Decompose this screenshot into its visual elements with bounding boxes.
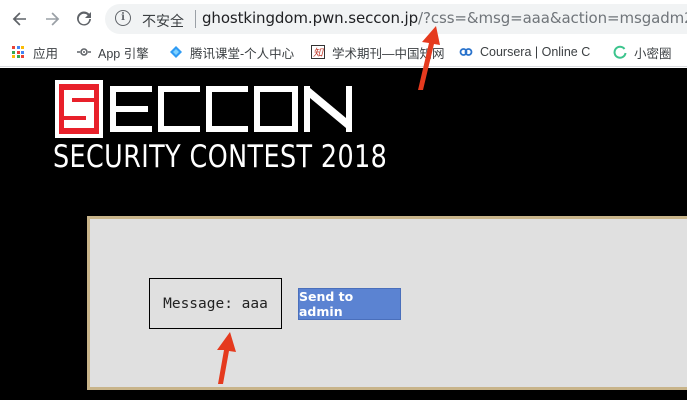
coursera-icon bbox=[459, 48, 473, 56]
send-to-admin-button[interactable]: Send to admin bbox=[298, 288, 401, 320]
insecure-label: 不安全 bbox=[142, 13, 184, 29]
message-display: Message: aaa bbox=[149, 278, 282, 329]
bookmark-xiaomiquan[interactable]: 小密圈 bbox=[613, 42, 672, 62]
url-path: /?css=&msg=aaa&action=msgadm2 bbox=[418, 9, 687, 27]
svg-text:知: 知 bbox=[313, 47, 324, 59]
message-panel: Message: aaa Send to admin bbox=[87, 216, 687, 390]
bookmarks-bar: 应用 App 引擎 腾讯课堂-个人中心 知 学术期刊—中国知网 Coursera… bbox=[0, 38, 687, 67]
page-content: SECURITY CONTEST 2018 Message: aaa Send … bbox=[0, 68, 687, 400]
app-engine-icon bbox=[77, 48, 91, 56]
url-text[interactable]: ghostkingdom.pwn.seccon.jp/?css=&msg=aaa… bbox=[202, 9, 687, 27]
bookmark-apps[interactable]: 应用 bbox=[12, 42, 58, 62]
address-bar[interactable]: i 不安全 ghostkingdom.pwn.seccon.jp/?css=&m… bbox=[105, 4, 687, 34]
seccon-logo bbox=[55, 80, 360, 143]
url-host: ghostkingdom.pwn.seccon.jp bbox=[202, 9, 419, 27]
info-icon[interactable]: i bbox=[115, 10, 131, 26]
annotation-arrow-up-icon bbox=[217, 332, 236, 384]
browser-toolbar: i 不安全 ghostkingdom.pwn.seccon.jp/?css=&m… bbox=[0, 0, 687, 38]
bookmark-label: 小密圈 bbox=[634, 46, 672, 61]
back-arrow-icon[interactable] bbox=[8, 7, 32, 31]
annotation-arrow-up-icon bbox=[418, 26, 440, 90]
bookmark-label: Coursera | Online C bbox=[480, 45, 591, 59]
contest-title: SECURITY CONTEST 2018 bbox=[53, 139, 388, 175]
bookmark-label: 应用 bbox=[33, 46, 59, 61]
tencent-classroom-icon bbox=[170, 46, 182, 58]
bookmark-coursera[interactable]: Coursera | Online C bbox=[459, 42, 590, 62]
browser-chrome: i 不安全 ghostkingdom.pwn.seccon.jp/?css=&m… bbox=[0, 0, 687, 68]
bookmark-app-engine[interactable]: App 引擎 bbox=[77, 42, 149, 62]
xiaomiquan-icon bbox=[613, 45, 627, 59]
reload-icon[interactable] bbox=[72, 7, 96, 31]
omnibox-divider bbox=[195, 10, 196, 28]
forward-arrow-icon[interactable] bbox=[40, 7, 64, 31]
bookmark-tencent-classroom[interactable]: 腾讯课堂-个人中心 bbox=[169, 42, 294, 62]
bookmark-label: 腾讯课堂-个人中心 bbox=[190, 46, 295, 61]
bookmark-label: App 引擎 bbox=[98, 46, 149, 61]
cnki-icon: 知 bbox=[311, 45, 325, 59]
apps-grid-icon bbox=[12, 46, 24, 58]
